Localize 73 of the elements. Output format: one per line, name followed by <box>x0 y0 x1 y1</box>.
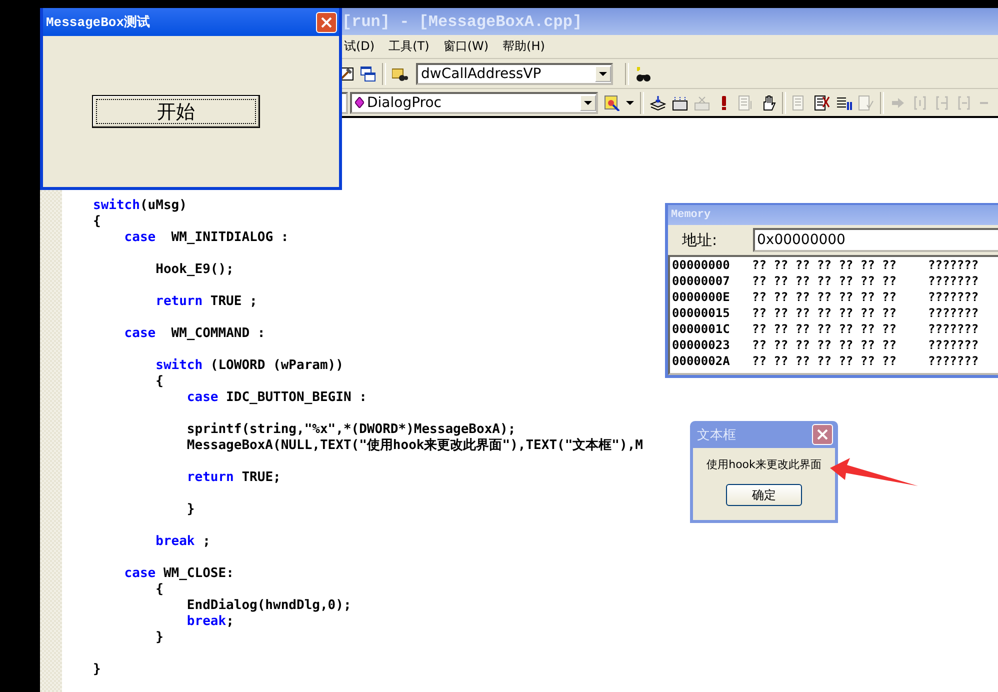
bytes-cell-text: ?? ?? ?? ?? ?? ?? ?? <box>752 257 898 273</box>
ascii-cell: ??????? <box>928 305 979 321</box>
code-line: MessageBoxA(NULL,TEXT("使用hook来更改此界面"),TEXT("文本框"),M <box>186 438 643 454</box>
ok-button[interactable]: 确定 <box>726 484 802 506</box>
windows-icon[interactable] <box>360 66 376 82</box>
diamond-icon <box>355 97 364 108</box>
bytes-cell-text: ?? ?? ?? ?? ?? ?? ?? <box>752 353 898 369</box>
ascii-cell: ??????? <box>928 273 979 289</box>
bytes-cell-text: ?? ?? ?? ?? ?? ?? ?? <box>752 289 898 305</box>
ascii-cell: ??????? <box>928 321 979 337</box>
code-line: { <box>93 214 102 230</box>
bytes-cell-text: ?? ?? ?? ?? ?? ?? ?? <box>752 321 898 337</box>
code-line: switch (LOWORD (wParam)) <box>154 358 344 374</box>
bytes-cell-text: ?? ?? ?? ?? ?? ?? ?? <box>752 273 898 289</box>
dialog-title: MessageBox测试 <box>46 14 150 31</box>
code-line: Hook_E9(); <box>154 262 235 278</box>
code-line: return TRUE; <box>186 470 282 486</box>
function-combo[interactable]: DialogProc <box>350 92 598 114</box>
address-cell-text: 0000001C <box>672 321 731 337</box>
code-line: break ; <box>154 534 212 550</box>
code-line: { <box>154 582 164 598</box>
code-line: sprintf(string,"%x",*(DWORD*)MessageBoxA); <box>186 422 517 438</box>
dialog-title: 文本框 <box>697 426 736 444</box>
wizard-icon[interactable] <box>604 94 620 110</box>
binoculars-icon[interactable] <box>635 66 651 82</box>
stack-icon[interactable] <box>650 94 666 110</box>
menu-item[interactable]: 窗口(W) <box>443 38 489 55</box>
ascii-cell: ??????? <box>928 257 979 273</box>
caret-icon <box>584 100 592 104</box>
code-line: switch(uMsg) <box>93 198 188 214</box>
address-cell-text: 0000002A <box>672 353 731 369</box>
menu-item[interactable]: 试(D) <box>344 38 375 55</box>
code-line: case WM_COMMAND : <box>123 326 266 342</box>
ascii-cell: ??????? <box>928 289 979 305</box>
code-line: case WM_INITDIALOG : <box>123 230 290 246</box>
close-button[interactable] <box>812 424 833 445</box>
page-cross-icon[interactable] <box>814 94 830 110</box>
ascii-cell: ??????? <box>928 337 979 353</box>
address-cell-text: 00000007 <box>672 273 731 289</box>
address-cell-text: 0000000E <box>672 289 731 305</box>
bytes-cell-text: ?? ?? ?? ?? ?? ?? ?? <box>752 305 898 321</box>
code-line: case IDC_BUTTON_BEGIN : <box>186 390 368 406</box>
close-icon <box>321 16 332 28</box>
code-line: case WM_CLOSE: <box>123 566 235 582</box>
page-check-icon[interactable] <box>858 94 874 110</box>
dropdown-caret-icon <box>626 100 634 104</box>
code-line: } <box>186 502 196 518</box>
code-line: EndDialog(hwndDlg,0); <box>186 598 352 614</box>
code-line: } <box>93 662 102 678</box>
code-line: { <box>154 374 164 390</box>
code-line: } <box>154 630 164 646</box>
caret-icon <box>599 72 607 76</box>
address-field[interactable]: 0x00000000 <box>753 228 998 252</box>
variable-combo[interactable]: dwCallAddressVP <box>416 62 613 84</box>
code-line: break; <box>186 614 235 630</box>
menu-item[interactable]: 工具(T) <box>388 38 430 55</box>
address-label: 地址: <box>681 230 718 250</box>
window-title: Memory <box>671 209 711 221</box>
ascii-cell: ??????? <box>928 353 979 369</box>
start-button[interactable]: 开始 <box>92 95 260 128</box>
keyboard-icon[interactable] <box>672 94 688 110</box>
close-button[interactable] <box>316 12 337 32</box>
bytes-cell-text: ?? ?? ?? ?? ?? ?? ?? <box>752 337 898 353</box>
window-title: [run] - [MessageBoxA.cpp] <box>342 12 582 30</box>
address-cell-text: 00000015 <box>672 305 731 321</box>
lines-pause-icon[interactable] <box>836 94 852 110</box>
code-line: return TRUE ; <box>154 294 258 310</box>
folder-binoculars-icon[interactable] <box>392 66 410 82</box>
message-text: 使用hook来更改此界面 <box>706 457 822 472</box>
address-cell-text: 00000023 <box>672 337 731 353</box>
close-icon <box>817 429 828 440</box>
address-cell-text: 00000000 <box>672 257 731 273</box>
menu-item[interactable]: 帮助(H) <box>502 38 545 55</box>
